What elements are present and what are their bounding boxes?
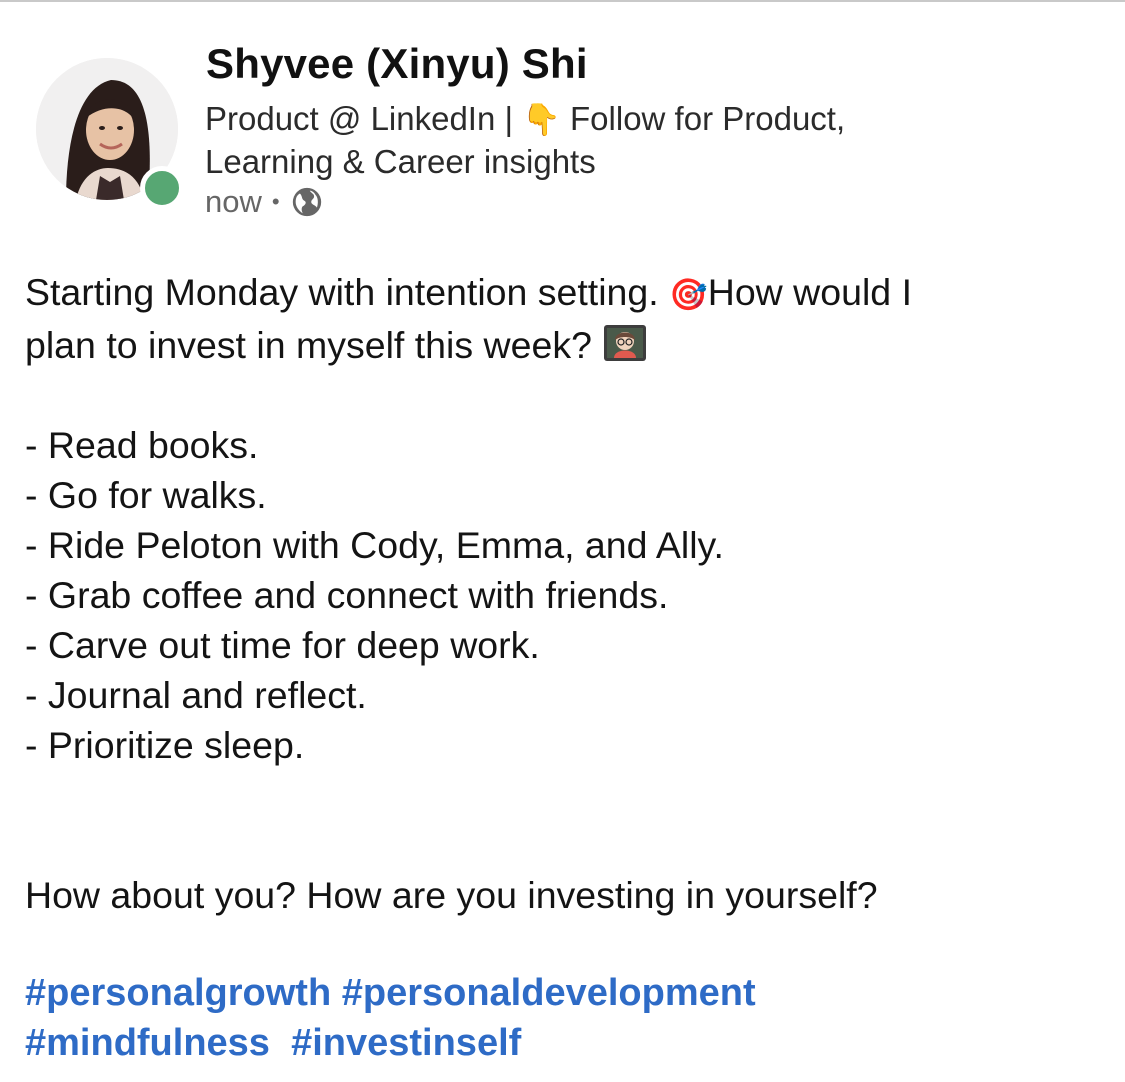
list-item: - Read books. [25,424,259,466]
author-headline: Product @ LinkedIn | 👇 Follow for Produc… [205,98,985,183]
hashtag-link[interactable]: #personalgrowth [25,972,331,1014]
hashtag-link[interactable]: #investinself [291,1022,521,1064]
post-timestamp: now [205,184,262,219]
closing-question: How about you? How are you investing in … [25,874,878,916]
intro-text-cont: How would I [707,271,912,313]
intro-text-line2: plan to invest in myself this week? [25,324,603,366]
list-item: - Journal and reflect. [25,674,367,716]
globe-icon [292,187,321,217]
author-name[interactable]: Shyvee (Xinyu) Shi [206,40,588,88]
headline-text: Product @ LinkedIn | [205,100,523,137]
intro-text: Starting Monday with intention setting. [25,271,670,313]
list-block: - Read books. - Go for walks. - Ride Pel… [25,420,1110,770]
hashtag-link[interactable]: #personaldevelopment [342,972,756,1014]
headline-text-cont: Follow for Product, [560,100,846,137]
meta-separator: • [271,189,280,214]
direct-hit-emoji-icon: 🎯 [669,277,708,313]
list-item: - Go for walks. [25,474,267,516]
intro-paragraph: Starting Monday with intention setting. … [25,267,1110,370]
list-item: - Ride Peloton with Cody, Emma, and Ally… [25,524,724,566]
hashtag-line: #mindfulness #investinself [25,1018,1110,1068]
list-item: - Prioritize sleep. [25,724,305,766]
hashtag-line: #personalgrowth #personaldevelopment [25,968,1110,1018]
pointing-down-emoji-icon: 👇 [522,102,561,138]
headline-line2: Learning & Career insights [205,143,596,180]
hashtag-block: #personalgrowth #personaldevelopment #mi… [25,968,1110,1068]
online-status-dot [140,166,184,210]
post-body: Starting Monday with intention setting. … [25,267,1110,920]
list-item: - Carve out time for deep work. [25,624,540,666]
teacher-emoji-icon [604,325,647,361]
post-meta: now • [205,184,324,220]
top-divider [0,0,1125,2]
hashtag-link[interactable]: #mindfulness [25,1022,270,1064]
list-item: - Grab coffee and connect with friends. [25,574,669,616]
